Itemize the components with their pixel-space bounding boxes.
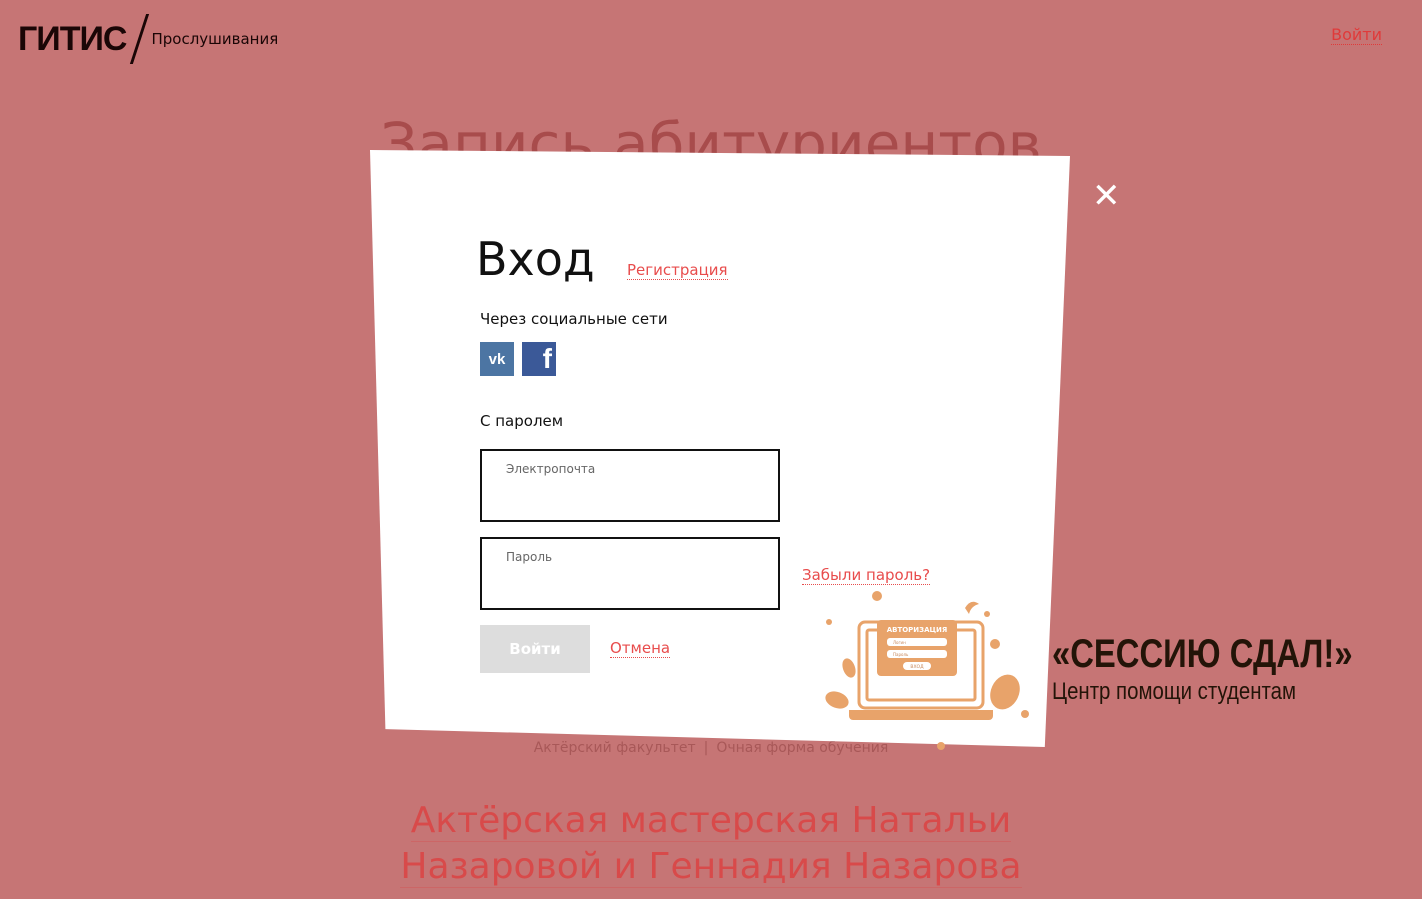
forgot-password-link[interactable]: Забыли пароль? [802,566,931,585]
vk-login-button[interactable]: vk [480,342,514,376]
password-input[interactable] [506,573,756,601]
caption-faculty: Актёрский факультет [533,740,696,756]
password-login-label: С паролем [480,412,564,430]
logo-slash [130,14,150,64]
login-submit-button[interactable]: Войти [480,625,590,673]
header-login-link[interactable]: Войти [1331,26,1382,45]
illustration-field1-text: Логин [893,640,906,645]
background-caption: Актёрский факультет | Очная форма обучения [0,738,1422,758]
promo-title[interactable]: «СЕССИЮ СДАЛ!» [1052,630,1353,678]
logo-wordmark: ГИТИС [18,20,127,58]
close-modal-button[interactable]: ✕ [1092,179,1121,213]
social-login-label: Через социальные сети [480,310,668,328]
cancel-link[interactable]: Отмена [610,639,671,658]
background-course-heading[interactable]: Актёрская мастерская Натальи Назаровой и… [0,798,1422,890]
illustration-button-text: ВХОД [910,664,924,670]
caption-separator: | [703,740,709,756]
register-link[interactable]: Регистрация [627,261,728,280]
email-input[interactable] [506,485,756,513]
email-field-label: Электропочта [506,462,596,476]
illustration-header-text: АВТОРИЗАЦИЯ [887,626,948,634]
laptop-login-illustration[interactable]: АВТОРИЗАЦИЯ Логин Пароль ВХОД [815,586,1045,751]
course-heading-line1: Актёрская мастерская Натальи [410,800,1012,842]
illustration-field2-text: Пароль [893,652,909,657]
logo-subtitle: Прослушивания [151,30,279,48]
password-field[interactable]: Пароль [480,537,780,610]
email-field[interactable]: Электропочта [480,449,780,522]
password-field-label: Пароль [506,550,553,564]
modal-title: Вход [476,232,595,286]
site-logo[interactable]: ГИТИС Прослушивания [18,14,278,64]
facebook-login-button[interactable]: f [522,342,556,376]
facebook-icon: f [542,343,552,374]
vk-icon: vk [488,350,506,368]
promo-subtitle: Центр помощи студентам [1052,678,1296,705]
course-heading-line2: Назаровой и Геннадия Назарова [400,846,1022,888]
